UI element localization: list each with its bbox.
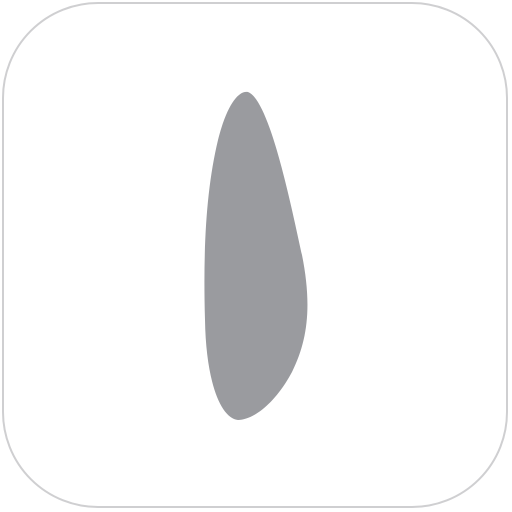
drop-blade-icon xyxy=(204,91,308,420)
drop-blade-shape xyxy=(204,91,308,420)
app-icon[interactable] xyxy=(0,0,512,512)
